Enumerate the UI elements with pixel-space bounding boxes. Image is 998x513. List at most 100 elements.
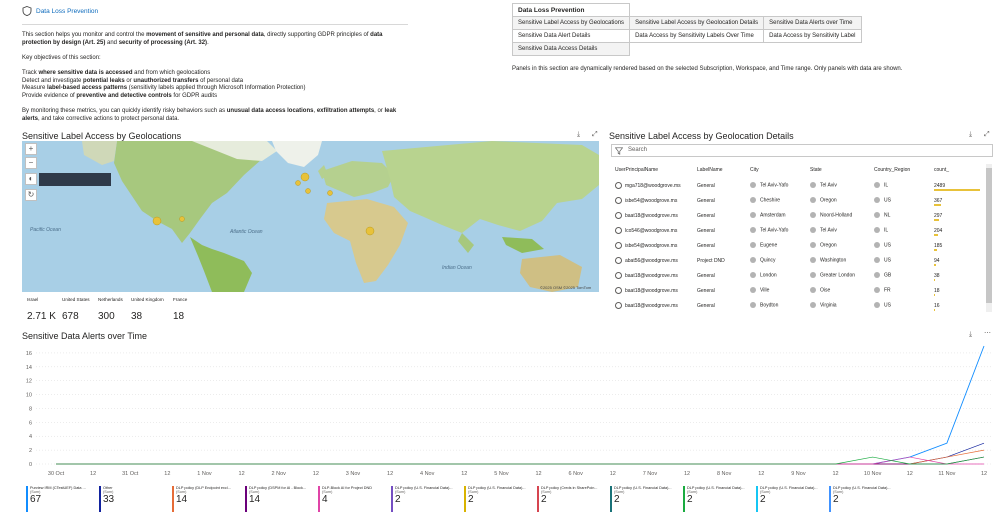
table-row[interactable]: baat18@woodgrove.ms General Amsterdam Noord… (611, 208, 993, 223)
legend-label: Israel (27, 297, 39, 302)
table-row[interactable]: mga718@woodgrove.ms General Tel Aviv-Yafo T… (611, 178, 993, 193)
cell-user: baat18@woodgrove.ms (611, 268, 693, 283)
legend-value: 2 (760, 494, 766, 505)
column-header[interactable]: Country_Region (870, 162, 930, 178)
map-panel-title: Sensitive Label Access by Geolocations (22, 131, 182, 141)
focus-mode-icon[interactable]: ⤢ (592, 131, 598, 139)
count-bar (934, 204, 941, 206)
download-icon[interactable]: ⤓ (577, 131, 580, 139)
series-line-3 (56, 456, 985, 465)
reset-view-button[interactable]: ↻ (25, 189, 37, 201)
map-copyright: ©2025 OSM ©2025 TomTom (540, 285, 592, 290)
cell-state: Washington (806, 253, 870, 268)
legend-item[interactable]: DLP policy (DSPM for AI - Block... (Sum) 1… (245, 486, 317, 512)
cell-count: 38 (930, 268, 993, 283)
legend-item[interactable]: DLP-Block AI for Project DND (Sum) 4 (318, 486, 390, 512)
location-icon (810, 257, 816, 264)
legend-item[interactable]: Other (Sum) 33 (99, 486, 171, 512)
legend-item[interactable]: DLP policy (U.S. Financial Data)... (Sum)… (391, 486, 463, 512)
column-header[interactable]: count_ (930, 162, 993, 178)
download-icon[interactable]: ⤓ (969, 131, 972, 139)
x-tick-label: 12 (981, 471, 987, 477)
cell-country: US (870, 238, 930, 253)
location-icon (810, 302, 816, 309)
x-tick-label: 12 (387, 471, 393, 477)
legend-item[interactable]: DLP policy (U.S. Financial Data)... (Sum)… (683, 486, 755, 512)
more-options-icon[interactable]: ⋯ (984, 329, 991, 337)
map-style-button[interactable]: ◐ (25, 173, 37, 185)
table-row[interactable]: isbe54@woodgrove.ms General Eugene Oregon US… (611, 238, 993, 253)
column-header[interactable]: UserPrincipalName (611, 162, 693, 178)
world-map[interactable]: Pacific Ocean Atlantic Ocean Indian Ocea… (22, 141, 599, 292)
legend-item[interactable]: DLP policy (Creds in SharePoin... (Sum) 2 (537, 486, 609, 512)
table-row[interactable]: lco546@woodgrove.ms General Tel Aviv-Yafo T… (611, 223, 993, 238)
legend-value: 2 (687, 494, 693, 505)
table-row[interactable]: abat56@woodgrove.ms Project DND Quincy Wash… (611, 253, 993, 268)
x-tick-label: 2 Nov (272, 471, 287, 477)
legend-item[interactable]: Purview IRM (CTestUEF) Data ... (Sum) 67 (26, 486, 98, 512)
legend-item[interactable]: DLP policy (U.S. Financial Data)... (Sum)… (610, 486, 682, 512)
table-row[interactable]: baat18@woodgrove.ms General London Greater … (611, 268, 993, 283)
legend-item[interactable]: DLP policy (U.S. Financial Data)... (Sum)… (829, 486, 901, 512)
table-row[interactable]: isbe54@woodgrove.ms General Cheshire Oregon… (611, 193, 993, 208)
focus-mode-icon[interactable]: ⤢ (984, 131, 990, 139)
location-icon (874, 272, 880, 279)
legend-value: 300 (98, 311, 115, 322)
table-row[interactable]: baat18@woodgrove.ms General Boydton Virgini… (611, 298, 993, 313)
location-icon (810, 182, 816, 189)
objectives-label: Key objectives of this section: (22, 55, 101, 61)
scrollbar-thumb[interactable] (986, 168, 992, 303)
nav-link-alert-details[interactable]: Sensitive Data Alert Details (511, 29, 631, 43)
column-header[interactable]: State (806, 162, 870, 178)
indian-ocean-label: Indian Ocean (442, 265, 472, 271)
cell-user: isbe54@woodgrove.ms (611, 238, 693, 253)
nav-link-access-by-labels-over-time[interactable]: Data Access by Sensitivity Labels Over T… (629, 29, 765, 43)
x-tick-label: 30 Oct (48, 471, 65, 477)
cell-label: General (697, 227, 715, 234)
objective-1: Track where sensitive data is accessed a… (22, 70, 211, 76)
x-tick-label: 12 (164, 471, 170, 477)
download-icon[interactable]: ⤓ (969, 331, 972, 339)
cell-user: baat18@woodgrove.ms (611, 283, 693, 298)
cell-city: Amsterdam (746, 208, 806, 223)
nav-link-alerts-over-time[interactable]: Sensitive Data Alerts over Time (763, 16, 862, 30)
cell-city: London (746, 268, 806, 283)
legend-item[interactable]: DLP policy (U.S. Financial Data)... (Sum)… (756, 486, 828, 512)
count-bar (934, 234, 938, 236)
location-icon (750, 242, 756, 249)
nav-link-access-details[interactable]: Sensitive Data Access Details (511, 42, 631, 56)
cell-user: baat18@woodgrove.ms (611, 208, 693, 223)
objective-4: Provide evidence of preventive and detec… (22, 92, 218, 99)
zoom-in-button[interactable]: + (25, 143, 37, 155)
column-header[interactable]: LabelName (693, 162, 746, 178)
nav-link-label-access-geolocations[interactable]: Sensitive Label Access by Geolocations (511, 16, 631, 30)
nav-link-label-access-geolocation-details[interactable]: Sensitive Label Access by Geolocation De… (629, 16, 765, 30)
nav-link-access-by-label[interactable]: Data Access by Sensitivity Label (763, 29, 862, 43)
column-header[interactable]: City (746, 162, 806, 178)
cell-user: isbe54@woodgrove.ms (611, 193, 693, 208)
zoom-out-button[interactable]: − (25, 157, 37, 169)
legend-value: 2 (395, 494, 401, 505)
map-style-picker[interactable] (39, 173, 111, 186)
legend-item[interactable]: DLP policy (U.S. Financial Data)... (Sum)… (464, 486, 536, 512)
alerts-panel-title: Sensitive Data Alerts over Time (22, 331, 148, 341)
location-icon (874, 197, 880, 204)
divider (22, 24, 408, 25)
location-icon (874, 302, 880, 309)
cell-state: Oregon (806, 238, 870, 253)
location-icon (750, 227, 756, 234)
table-row[interactable]: baat18@woodgrove.ms General Ville Oise FR 18 (611, 283, 993, 298)
legend-value: 2 (614, 494, 620, 505)
y-tick-label: 8 (29, 406, 32, 412)
x-tick-label: 4 Nov (420, 471, 435, 477)
objective-2: Detect and investigate potential leaks o… (22, 77, 244, 84)
cell-country: US (870, 298, 930, 313)
x-tick-label: 10 Nov (864, 471, 882, 477)
legend-value: 678 (62, 311, 79, 322)
shield-icon (22, 6, 32, 16)
search-input[interactable] (611, 144, 993, 157)
legend-item[interactable]: DLP policy (DLP Endpoint excl... (Sum) 14 (172, 486, 244, 512)
x-tick-label: 12 (239, 471, 245, 477)
user-icon (615, 197, 622, 204)
location-icon (810, 212, 816, 219)
